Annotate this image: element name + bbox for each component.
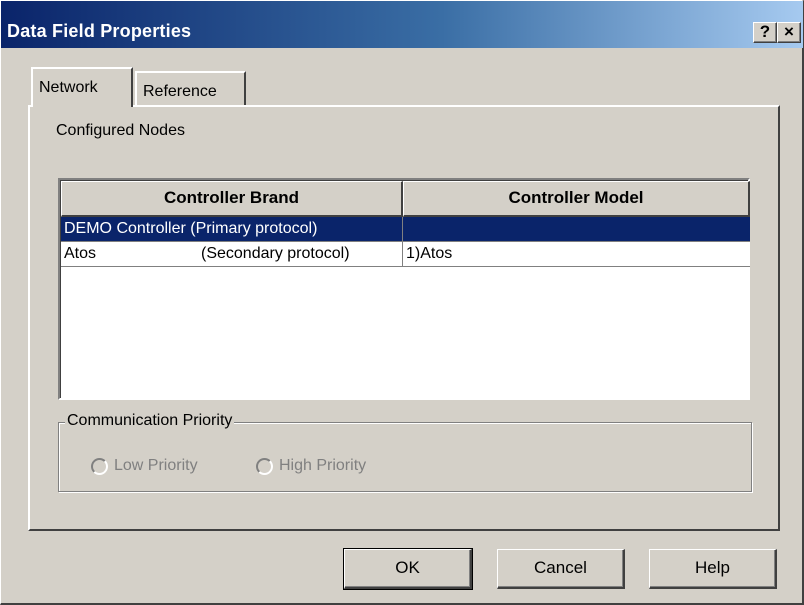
radio-circle-icon (256, 458, 273, 475)
cancel-button[interactable]: Cancel (497, 549, 625, 589)
tab-reference-label: Reference (143, 83, 217, 100)
help-icon[interactable]: ? (753, 22, 777, 43)
table-row[interactable]: Atos (Secondary protocol) 1)Atos (61, 242, 750, 267)
communication-priority-legend: Communication Priority (65, 412, 235, 430)
close-icon[interactable]: × (777, 22, 801, 43)
configured-nodes-label: Configured Nodes (56, 122, 185, 139)
nodes-grid[interactable]: Controller Brand Controller Model DEMO C… (58, 178, 750, 400)
brand-protocol: (Primary protocol) (190, 220, 318, 237)
brand-name: Atos (64, 245, 97, 262)
cell-controller-brand[interactable]: Atos (Secondary protocol) (61, 242, 403, 267)
column-header-controller-brand[interactable]: Controller Brand (61, 181, 403, 217)
help-button[interactable]: Help (649, 549, 777, 589)
cell-controller-model[interactable]: 1)Atos (403, 242, 750, 267)
cell-controller-model[interactable] (403, 217, 750, 242)
tab-network[interactable]: Network (31, 67, 133, 107)
column-header-controller-model[interactable]: Controller Model (403, 181, 750, 217)
dialog-title: Data Field Properties (7, 21, 192, 41)
cell-controller-brand[interactable]: DEMO Controller (Primary protocol) (61, 217, 403, 242)
ok-button[interactable]: OK (343, 548, 473, 590)
title-bar: Data Field Properties ? × (1, 1, 803, 48)
communication-priority-group: Communication Priority Low Priority High… (58, 412, 752, 492)
tab-reference[interactable]: Reference (135, 71, 246, 107)
grid-header: Controller Brand Controller Model (61, 181, 750, 217)
low-priority-label: Low Priority (114, 457, 198, 474)
tab-network-label: Network (39, 79, 98, 96)
brand-protocol: (Secondary protocol) (201, 245, 350, 262)
brand-name: DEMO Controller (64, 220, 186, 237)
network-tab-panel: Configured Nodes Controller Brand Contro… (28, 105, 780, 531)
high-priority-label: High Priority (279, 457, 367, 474)
radio-circle-icon (91, 458, 108, 475)
dialog-window: Data Field Properties ? × Network Refere… (0, 0, 804, 605)
table-row[interactable]: DEMO Controller (Primary protocol) (61, 217, 750, 242)
